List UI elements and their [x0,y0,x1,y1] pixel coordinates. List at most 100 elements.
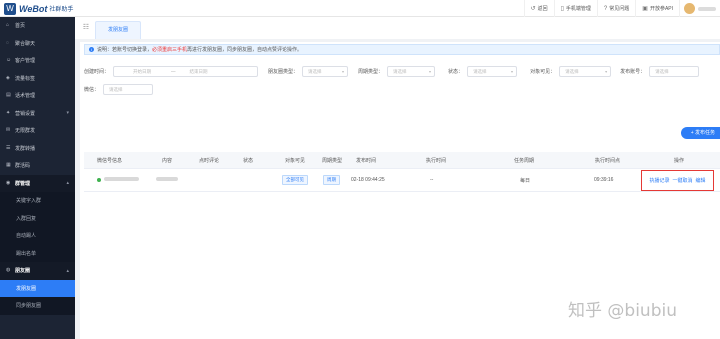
sidebar-subitem-keyword-join[interactable]: 关键字入群 [0,192,75,210]
notice-bar: i 说明：若账号切换登录， 必须重启三手机 再进行发朋友圈，同步朋友圈，自动点赞… [84,44,720,55]
online-status-dot [97,177,101,182]
sidebar-item-customers[interactable]: ☺ 客户管理 [0,52,75,70]
plan-icon: ☰ [6,144,11,151]
edit-link[interactable]: 编辑 [696,177,706,184]
moments-icon: ◍ [6,267,11,274]
visible-select[interactable]: 请选择 ▾ [559,66,612,77]
column-header: 执行时间点 [595,157,621,164]
cell-visibility: 全部可见 [258,175,311,185]
filter-label-account: 发布账号： [620,69,646,75]
user-menu[interactable] [679,0,720,17]
top-item-faq[interactable]: ? 常见问题 [596,0,635,17]
filter-row-2: 微信： 请选择 [84,84,154,95]
cell-exec-point: 09:39:16 [594,177,614,183]
date-separator: — [171,69,176,74]
start-date-placeholder: 开始日期 [133,68,152,74]
sidebar-item-broadcast[interactable]: ✉ 无限群发 [0,122,75,140]
cycle-select[interactable]: 请选择 ▾ [387,66,436,77]
sidebar-item-label: 发群转播 [15,145,36,152]
group-code-icon: ▦ [6,162,11,169]
app-subtitle: 社群助手 [49,7,74,13]
chevron-up-icon: ▴ [66,180,69,187]
chevron-down-icon: ▾ [511,69,514,74]
sidebar-item-marketing[interactable]: ✦ 营销设置 ▾ [0,105,75,123]
cycle-tag: 周期 [323,175,340,185]
top-item-label: 手机端管理 [565,6,591,12]
table-header: 微信号信息 内容 点时评论 状态 对象可见 周期类型 发布时间 执行时间 任务周… [84,152,720,169]
sidebar-subitem-post-moments[interactable]: 发朋友圈 [0,279,75,297]
row-actions: 执播记录 一键取消 编辑 [641,169,714,191]
back-icon: ↺ [530,6,536,12]
wechat-placeholder: 请选择 [109,86,123,92]
top-item-phone-manage[interactable]: ▯ 手机端管理 [553,0,597,17]
filter-label-visible: 对象可见： [530,69,556,75]
notice-text: 说明：若账号切换登录， [97,47,153,53]
content-redacted [156,177,178,181]
account-redacted [104,177,139,181]
sidebar-item-scripts[interactable]: ▤ 话术管理 [0,87,75,105]
sidebar-item-tags[interactable]: ◈ 流量标签 [0,70,75,88]
top-item-label: 返回 [537,6,548,12]
tag-icon: ◈ [6,74,10,81]
watermark: 知乎 @biubiu [568,301,677,321]
sidebar-item-label: 首页 [15,23,26,30]
sidebar-item-group-management[interactable]: ◉ 群管理 ▴ [0,175,75,193]
column-header: 微信号信息 [97,157,123,164]
status-select[interactable]: 请选择 ▾ [467,66,518,77]
sidebar-subitem-join-reply[interactable]: 入群回复 [0,209,75,227]
column-header: 周期类型 [322,157,343,164]
filter-row-1: 创建时间： 开始日期 — 结束日期 朋友圈类型： 请选择 ▾ 周期类型： 请选择… [84,66,700,77]
column-header: 对象可见 [285,157,306,164]
sidebar-item-label: 流量标签 [15,75,36,82]
top-item-api[interactable]: ▣ 开放参API [635,0,679,17]
sidebar-subitem-auto-kick[interactable]: 自动踢人 [0,227,75,245]
date-range-picker[interactable]: 开始日期 — 结束日期 [113,66,259,77]
filter-label-type: 朋友圈类型： [268,69,299,75]
sidebar-item-label: 客户管理 [15,58,36,65]
add-task-button[interactable]: + 发布任务 [680,127,720,139]
sidebar-item-label: 无限群发 [15,128,36,135]
tab-bar: ☷ 发朋友圈 [75,17,720,39]
customer-icon: ☺ [6,57,12,64]
play-record-link[interactable]: 执播记录 [649,177,669,184]
notice-warning: 必须重启三手机 [152,47,188,53]
app-name: WeBot [19,3,48,14]
type-select[interactable]: 请选择 ▾ [302,66,349,77]
column-header: 内容 [162,157,173,164]
cell-cycle-type: 周期 [311,175,348,185]
moments-table: 微信号信息 内容 点时评论 状态 对象可见 周期类型 发布时间 执行时间 任务周… [84,152,720,192]
app-logo[interactable]: W WeBot 社群助手 [4,2,73,15]
column-header: 执行时间 [426,157,447,164]
column-header: 任务周期 [514,157,535,164]
column-header: 发布时间 [356,157,377,164]
sidebar-item-group-forward[interactable]: ☰ 发群转播 [0,140,75,158]
assist-icon: ✦ [6,109,11,116]
api-icon: ▣ [642,6,648,12]
cell-publish-time: 02-18 09:44:25 [351,177,385,183]
sidebar-item-label: 群管理 [15,180,31,187]
sidebar-item-moments[interactable]: ◍ 朋友圈 ▴ [0,262,75,280]
tab-post-moments[interactable]: 发朋友圈 [95,21,142,39]
notice-text-tail: 再进行发朋友圈，同步朋友圈，自动点赞评论操作。 [187,47,303,53]
sidebar-subitem-sync-moments[interactable]: 同步朋友圈 [0,297,75,315]
sidebar-subitem-kick-list[interactable]: 踢出名单 [0,244,75,262]
column-header: 操作 [674,157,685,164]
menu-toggle-icon[interactable]: ☷ [79,21,93,35]
column-header: 状态 [243,157,254,164]
top-item-back[interactable]: ↺ 返回 [523,0,554,17]
visible-placeholder: 请选择 [565,68,579,74]
account-select[interactable]: 请选择 [649,66,700,77]
wechat-select[interactable]: 请选择 [103,84,154,95]
sidebar-item-chat[interactable]: ◌ 聚合聊天 [0,35,75,53]
sidebar-item-group-code[interactable]: ▦ 群活码 [0,157,75,175]
sidebar-item-home[interactable]: ⌂ 首页 [0,17,75,35]
user-name-redacted [698,6,716,11]
chevron-down-icon: ▾ [66,110,69,117]
main-area: ☷ 发朋友圈 i 说明：若账号切换登录， 必须重启三手机 再进行发朋友圈，同步朋… [75,17,720,339]
script-icon: ▤ [6,92,11,99]
chevron-down-icon: ▾ [605,69,608,74]
table-row[interactable]: 全部可见 周期 02-18 09:44:25 -- 每日 09:39:16 执播… [84,169,720,192]
cycle-placeholder: 请选择 [393,68,407,74]
cell-content [144,177,182,183]
cancel-link[interactable]: 一键取消 [672,177,692,184]
